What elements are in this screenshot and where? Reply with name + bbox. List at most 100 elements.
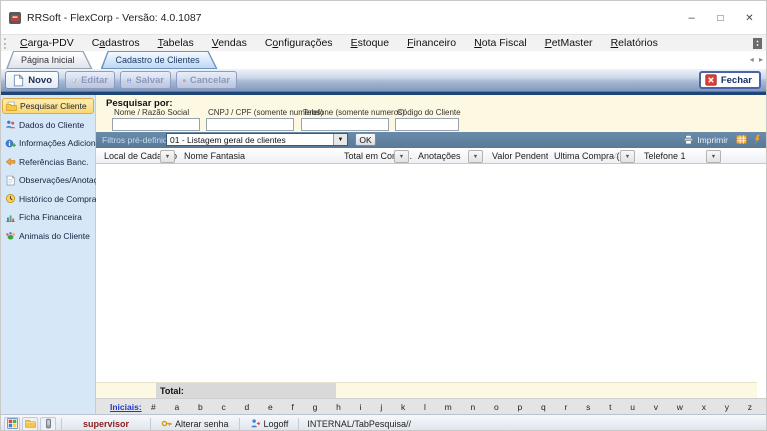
initial-letter-r[interactable]: r bbox=[565, 402, 568, 412]
sidebar-item-dados-do-cliente[interactable]: Dados do Cliente bbox=[2, 117, 94, 133]
sidebar-item-referencias-banc[interactable]: Referências Banc. bbox=[2, 154, 94, 170]
maximize-button[interactable] bbox=[706, 7, 735, 29]
column-header-valor-pendente[interactable]: Valor Pendente bbox=[486, 148, 548, 163]
initial-letter-j[interactable]: j bbox=[380, 402, 382, 412]
tab-scroller bbox=[750, 55, 763, 64]
ok-button[interactable]: OK bbox=[355, 133, 376, 146]
initial-letter-k[interactable]: k bbox=[401, 402, 405, 412]
initial-letter-hash[interactable]: # bbox=[151, 402, 156, 412]
fechar-button[interactable]: Fechar bbox=[699, 71, 761, 89]
initial-letter-n[interactable]: n bbox=[471, 402, 476, 412]
key-icon bbox=[161, 418, 172, 429]
predefined-filter-select[interactable]: 01 - Listagem geral de clientes bbox=[166, 133, 348, 146]
initial-letter-z[interactable]: z bbox=[748, 402, 752, 412]
search-input-telefone-somente-numeros[interactable] bbox=[301, 118, 389, 131]
sidebar-item-ficha-financeira[interactable]: Ficha Financeira bbox=[2, 209, 94, 225]
initial-letter-b[interactable]: b bbox=[198, 402, 203, 412]
initial-letter-l[interactable]: l bbox=[424, 402, 426, 412]
logoff-button[interactable]: Logoff bbox=[242, 418, 297, 429]
column-header-nome-fantasia[interactable]: Nome Fantasia bbox=[178, 148, 338, 163]
sidebar-item-animais-do-cliente[interactable]: Animais do Cliente bbox=[2, 228, 94, 244]
column-header-local-de-cadastro[interactable]: Local de Cadastro bbox=[98, 148, 178, 163]
menu-overflow-icon[interactable] bbox=[753, 38, 762, 49]
search-input-nome-razao-social[interactable] bbox=[112, 118, 200, 131]
sidebar-item-informacoes-adicionais[interactable]: Informações Adicionais bbox=[2, 135, 94, 151]
tab-scroll-right-icon[interactable] bbox=[759, 55, 763, 64]
menu-item-petmaster[interactable]: PetMaster bbox=[536, 37, 602, 49]
initial-letter-v[interactable]: v bbox=[654, 402, 658, 412]
search-field-codigo-do-cliente: Código do Cliente bbox=[395, 108, 459, 131]
imprimir-label: Imprimir bbox=[697, 135, 728, 145]
column-filter-icon[interactable] bbox=[468, 150, 483, 163]
initial-letter-y[interactable]: y bbox=[725, 402, 729, 412]
menu-item-nota-fiscal[interactable]: Nota Fiscal bbox=[465, 37, 536, 49]
window-title: RRSoft - FlexCorp - Versão: 4.0.1087 bbox=[27, 12, 202, 24]
tab-scroll-left-icon[interactable] bbox=[750, 55, 757, 64]
initial-letter-o[interactable]: o bbox=[494, 402, 499, 412]
initial-letter-d[interactable]: d bbox=[245, 402, 250, 412]
status-bar: supervisor Alterar senha Logoff INTERNAL… bbox=[1, 414, 766, 431]
search-fields: Nome / Razão SocialCNPJ / CPF (somente n… bbox=[96, 95, 767, 132]
menu-item-carga-pdv[interactable]: Carga-PDV bbox=[11, 37, 83, 49]
initial-letter-m[interactable]: m bbox=[445, 402, 452, 412]
initial-letter-e[interactable]: e bbox=[268, 402, 273, 412]
initial-letter-c[interactable]: c bbox=[222, 402, 226, 412]
salvar-button[interactable]: Salvar bbox=[120, 71, 171, 89]
table-body[interactable] bbox=[96, 164, 767, 382]
menu-item-configuracoes[interactable]: Configurações bbox=[256, 37, 342, 49]
initial-letter-h[interactable]: h bbox=[336, 402, 341, 412]
menu-item-vendas[interactable]: Vendas bbox=[203, 37, 256, 49]
search-input-cnpj-cpf-somente-numeros[interactable] bbox=[206, 118, 294, 131]
history-clock-icon bbox=[5, 193, 16, 204]
menu-grip bbox=[4, 38, 9, 49]
imprimir-button[interactable]: Imprimir bbox=[683, 134, 728, 145]
sidebar-item-pesquisar-cliente[interactable]: Pesquisar Cliente bbox=[2, 98, 94, 114]
column-header-ultima-compra[interactable]: Ultima Compra (... bbox=[548, 148, 638, 163]
initial-letter-i[interactable]: i bbox=[360, 402, 362, 412]
column-filter-icon[interactable] bbox=[620, 150, 635, 163]
initial-letter-s[interactable]: s bbox=[586, 402, 590, 412]
menu-item-cadastros[interactable]: Cadastros bbox=[83, 37, 149, 49]
cancelar-button[interactable]: Cancelar bbox=[176, 71, 237, 89]
search-input-codigo-do-cliente[interactable] bbox=[395, 118, 459, 131]
wand-icon[interactable] bbox=[751, 134, 762, 145]
grid-export-icon[interactable] bbox=[736, 134, 747, 145]
column-filter-icon[interactable] bbox=[160, 150, 175, 163]
initials-label[interactable]: Iniciais: bbox=[110, 402, 142, 412]
initial-letter-t[interactable]: t bbox=[609, 402, 611, 412]
initial-letter-f[interactable]: f bbox=[292, 402, 294, 412]
combo-dropdown-icon[interactable] bbox=[333, 134, 347, 145]
new-document-icon bbox=[12, 74, 24, 87]
initial-letter-x[interactable]: x bbox=[702, 402, 706, 412]
sidebar-item-observacoes-anotacoes[interactable]: Observações/Anotações bbox=[2, 172, 94, 188]
menu-item-relatorios[interactable]: Relatórios bbox=[602, 37, 667, 49]
close-window-button[interactable] bbox=[735, 7, 764, 29]
column-filter-icon[interactable] bbox=[706, 150, 721, 163]
column-filter-icon[interactable] bbox=[394, 150, 409, 163]
minimize-button[interactable] bbox=[677, 7, 706, 29]
alterar-senha-button[interactable]: Alterar senha bbox=[153, 418, 237, 429]
menu-item-tabelas[interactable]: Tabelas bbox=[149, 37, 203, 49]
initial-letter-q[interactable]: q bbox=[541, 402, 546, 412]
initial-letter-u[interactable]: u bbox=[630, 402, 635, 412]
total-label: Total: bbox=[160, 386, 184, 396]
apps-grid-icon[interactable] bbox=[4, 417, 20, 431]
menu-item-estoque[interactable]: Estoque bbox=[342, 37, 399, 49]
novo-button[interactable]: Novo bbox=[5, 71, 59, 89]
column-header-anotacoes[interactable]: Anotações bbox=[412, 148, 486, 163]
printer-icon bbox=[683, 134, 694, 145]
column-header-total-em-compr[interactable]: Total em Compr... bbox=[338, 148, 412, 163]
editar-button[interactable]: Editar bbox=[65, 71, 115, 89]
column-header-telefone-1[interactable]: Telefone 1 bbox=[638, 148, 724, 163]
initial-letter-p[interactable]: p bbox=[518, 402, 523, 412]
tab-pagina-inicial[interactable]: Página Inicial bbox=[6, 51, 93, 69]
initial-letter-g[interactable]: g bbox=[313, 402, 318, 412]
phone-icon[interactable] bbox=[40, 417, 56, 431]
initial-letter-a[interactable]: a bbox=[175, 402, 180, 412]
menu-item-financeiro[interactable]: Financeiro bbox=[398, 37, 465, 49]
initial-letter-w[interactable]: w bbox=[677, 402, 683, 412]
folder-icon[interactable] bbox=[22, 417, 38, 431]
tab-cadastro-de-clientes[interactable]: Cadastro de Clientes bbox=[101, 51, 218, 69]
sidebar-item-historico-de-compras[interactable]: Histórico de Compras bbox=[2, 191, 94, 207]
bank-reference-icon bbox=[5, 156, 16, 167]
